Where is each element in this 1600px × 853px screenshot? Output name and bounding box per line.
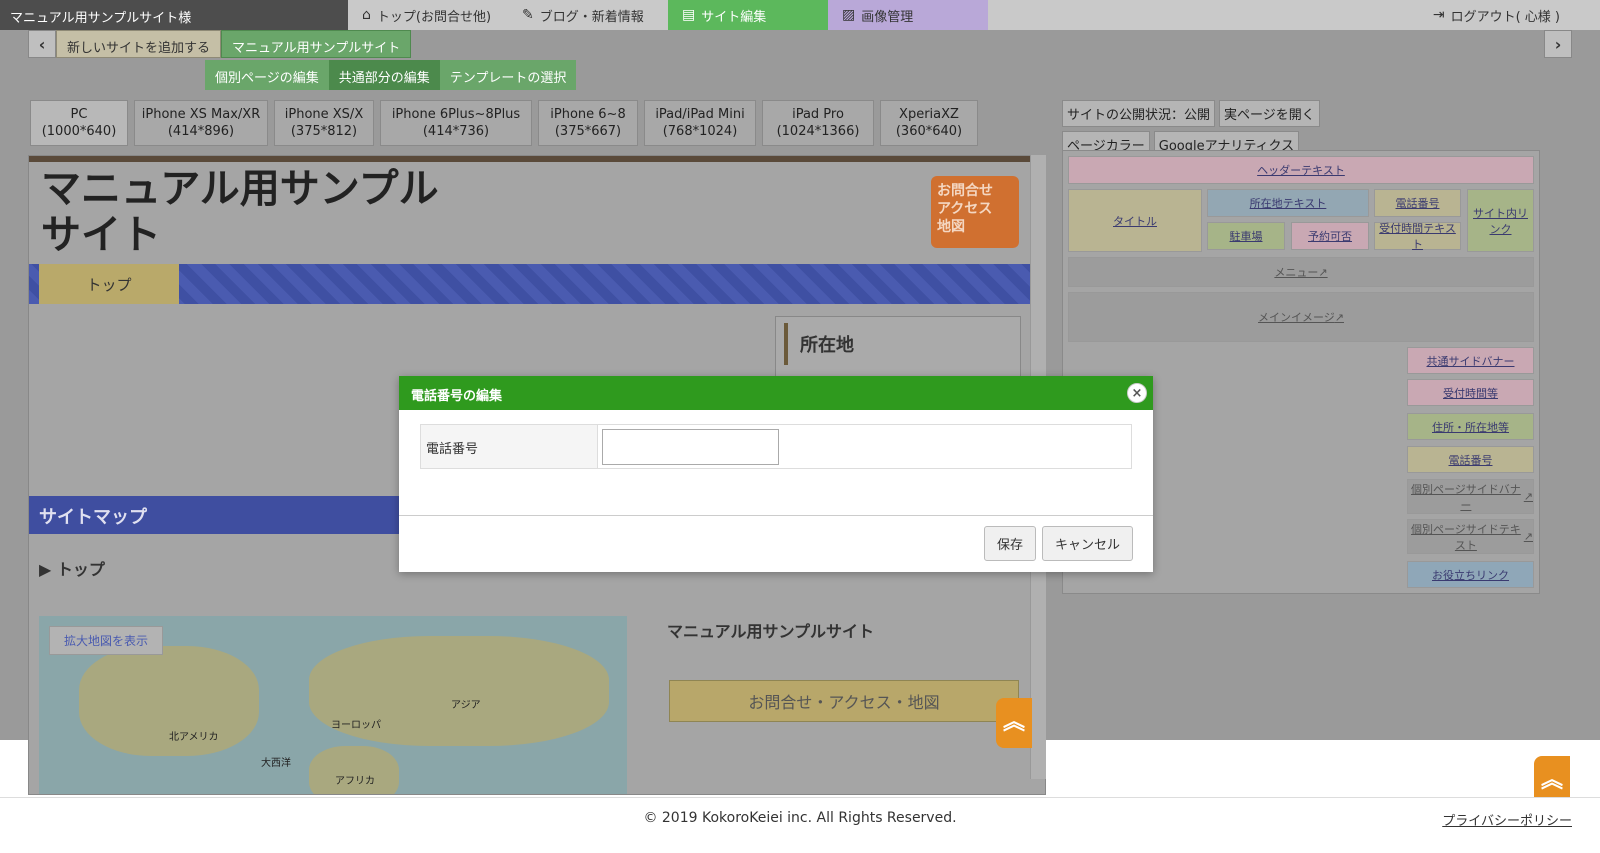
back-arrow-button[interactable]: ‹ <box>28 30 56 58</box>
dialog-header: 電話番号の編集 × <box>399 376 1153 410</box>
block-reservation[interactable]: 予約可否 <box>1291 222 1369 250</box>
preview-site-title[interactable]: マニュアル用サンプル サイト <box>41 166 439 258</box>
top-navigation: マニュアル用サンプルサイト様 ⌂ トップ(お問合せ他) ✎ ブログ・新着情報 ▤… <box>0 0 1600 30</box>
subtab-template[interactable]: テンプレートの選択 <box>440 60 577 90</box>
phone-field-label: 電話番号 <box>421 425 598 468</box>
tab-label: サイト編集 <box>701 9 767 25</box>
site-name: マニュアル用サンプルサイト様 <box>0 0 348 30</box>
device-pc[interactable]: PC (1000*640) <box>30 100 128 146</box>
logout-label: ログアウト( 心様 ) <box>1450 9 1560 25</box>
device-ipad-pro[interactable]: iPad Pro (1024*1366) <box>762 100 874 146</box>
map-label: 大西洋 <box>261 758 291 769</box>
block-phone[interactable]: 電話番号 <box>1374 189 1461 217</box>
block-useful-link[interactable]: お役立ちリンク <box>1407 561 1534 588</box>
block-menu[interactable]: メニュー ↗ <box>1068 257 1534 287</box>
phone-edit-dialog: 電話番号の編集 × 電話番号 保存 キャンセル <box>399 376 1153 572</box>
footer: © 2019 KokoroKeiei inc. All Rights Reser… <box>0 797 1600 853</box>
block-hours[interactable]: 受付時間等 <box>1407 379 1534 406</box>
forward-arrow-button[interactable]: › <box>1544 30 1572 58</box>
block-address[interactable]: 住所・所在地等 <box>1407 413 1534 440</box>
device-iphone-plus[interactable]: iPhone 6Plus~8Plus (414*736) <box>380 100 532 146</box>
preview-top-link[interactable]: ▶ トップ <box>39 556 105 580</box>
logout-button[interactable]: ⇥ ログアウト( 心様 ) <box>1419 0 1600 30</box>
phone-field-row: 電話番号 <box>420 424 1132 469</box>
device-iphone-xs[interactable]: iPhone XS/X (375*812) <box>274 100 374 146</box>
block-header-text[interactable]: ヘッダーテキスト <box>1068 156 1534 184</box>
map-label: 北アメリカ <box>169 732 219 743</box>
logout-icon: ⇥ <box>1432 7 1445 23</box>
device-iphone-xs-max[interactable]: iPhone XS Max/XR (414*896) <box>134 100 268 146</box>
publish-status-button[interactable]: サイトの公開状況：公開 <box>1062 100 1216 127</box>
map-label: アジア <box>451 700 481 711</box>
copyright: © 2019 KokoroKeiei inc. All Rights Reser… <box>643 810 957 826</box>
map-land <box>309 746 399 794</box>
block-page-banner[interactable]: 個別ページサイドバナー ↗ <box>1407 479 1534 514</box>
device-iphone-6-8[interactable]: iPhone 6~8 (375*667) <box>538 100 638 146</box>
subtab-common-part[interactable]: 共通部分の編集 <box>328 60 440 90</box>
close-icon: × <box>1131 385 1143 401</box>
sub-tabs: 個別ページの編集 共通部分の編集 テンプレートの選択 <box>205 60 577 90</box>
privacy-policy-link[interactable]: プライバシーポリシー <box>1442 810 1572 829</box>
external-link-icon: ↗ <box>1334 310 1344 324</box>
preview-sitemap-heading: サイトマップ <box>29 496 409 534</box>
tab-label: トップ(お問合せ他) <box>376 9 492 25</box>
device-xperia[interactable]: XperiaXZ (360*640) <box>880 100 978 146</box>
expand-map-button[interactable]: 拡大地図を表示 <box>49 626 164 655</box>
tab-top[interactable]: ⌂ トップ(お問合せ他) <box>348 0 508 30</box>
tab-blog[interactable]: ✎ ブログ・新着情報 <box>508 0 668 30</box>
block-address-text[interactable]: 所在地テキスト <box>1207 189 1369 217</box>
pen-icon: ✎ <box>522 7 534 23</box>
close-button[interactable]: × <box>1127 383 1147 403</box>
tab-site-edit[interactable]: ▤ サイト編集 <box>668 0 828 30</box>
preview-menu-top[interactable]: トップ <box>39 264 179 304</box>
chevron-right-icon: › <box>1554 34 1562 54</box>
tab-label: 画像管理 <box>861 9 914 25</box>
map-label: アフリカ <box>335 776 375 787</box>
save-button[interactable]: 保存 <box>983 526 1036 561</box>
subtab-individual-page[interactable]: 個別ページの編集 <box>205 60 329 90</box>
block-title[interactable]: タイトル <box>1068 189 1202 252</box>
double-chevron-up-icon: ︽ <box>1540 768 1563 793</box>
dialog-footer: 保存 キャンセル <box>399 516 1153 571</box>
preview-site-name: マニュアル用サンプルサイト <box>667 622 875 641</box>
dialog-body: 電話番号 <box>399 410 1153 516</box>
block-site-link[interactable]: サイト内リンク <box>1467 189 1534 252</box>
document-icon: ▤ <box>682 7 696 23</box>
block-common-banner[interactable]: 共通サイドバナー <box>1407 347 1534 374</box>
device-ipad[interactable]: iPad/iPad Mini (768*1024) <box>644 100 756 146</box>
double-chevron-up-icon: ︽ <box>1002 710 1025 735</box>
map-label: ヨーロッパ <box>331 720 381 731</box>
block-main-image[interactable]: メインイメージ ↗ <box>1068 292 1534 342</box>
dialog-title: 電話番号の編集 <box>411 389 503 404</box>
block-phone-side[interactable]: 電話番号 <box>1407 446 1534 473</box>
device-selector: PC (1000*640) iPhone XS Max/XR (414*896) i… <box>30 100 978 146</box>
block-page-text[interactable]: 個別ページサイドテキスト ↗ <box>1407 519 1534 554</box>
block-parking[interactable]: 駐車場 <box>1207 222 1285 250</box>
breadcrumb-current-site[interactable]: マニュアル用サンプルサイト <box>221 30 412 58</box>
open-page-button[interactable]: 実ページを開く <box>1219 100 1320 127</box>
preview-menu-bar <box>29 264 1031 304</box>
phone-input[interactable] <box>602 429 779 465</box>
preview-cta-button[interactable]: お問合せ・アクセス・地図 <box>669 680 1019 722</box>
cancel-button[interactable]: キャンセル <box>1041 526 1133 561</box>
phone-field-cell <box>598 425 1131 468</box>
circle-arrow-icon: ▶ <box>39 560 57 579</box>
block-hours-text[interactable]: 受付時間テキスト <box>1374 222 1461 251</box>
external-link-icon: ↗ <box>1523 530 1533 543</box>
side-heading: 所在地 <box>784 323 1012 365</box>
preview-top-bar <box>29 156 1045 162</box>
chevron-left-icon: ‹ <box>38 34 46 54</box>
tab-image-management[interactable]: ▨ 画像管理 <box>828 0 988 30</box>
preview-contact-button[interactable]: お問合せ アクセス 地図 <box>931 176 1019 248</box>
image-icon: ▨ <box>842 7 856 23</box>
preview-map[interactable]: 拡大地図を表示 北アメリカ ヨーロッパ アジア 大西洋 アフリカ <box>39 616 627 794</box>
scroll-top-button[interactable]: ︽ <box>996 698 1032 748</box>
external-link-icon: ↗ <box>1318 265 1328 279</box>
breadcrumb: ‹ 新しいサイトを追加する マニュアル用サンプルサイト <box>28 30 412 58</box>
add-site-button[interactable]: 新しいサイトを追加する <box>56 30 222 58</box>
home-icon: ⌂ <box>362 7 371 23</box>
tab-label: ブログ・新着情報 <box>539 9 644 25</box>
external-link-icon: ↗ <box>1523 490 1533 503</box>
